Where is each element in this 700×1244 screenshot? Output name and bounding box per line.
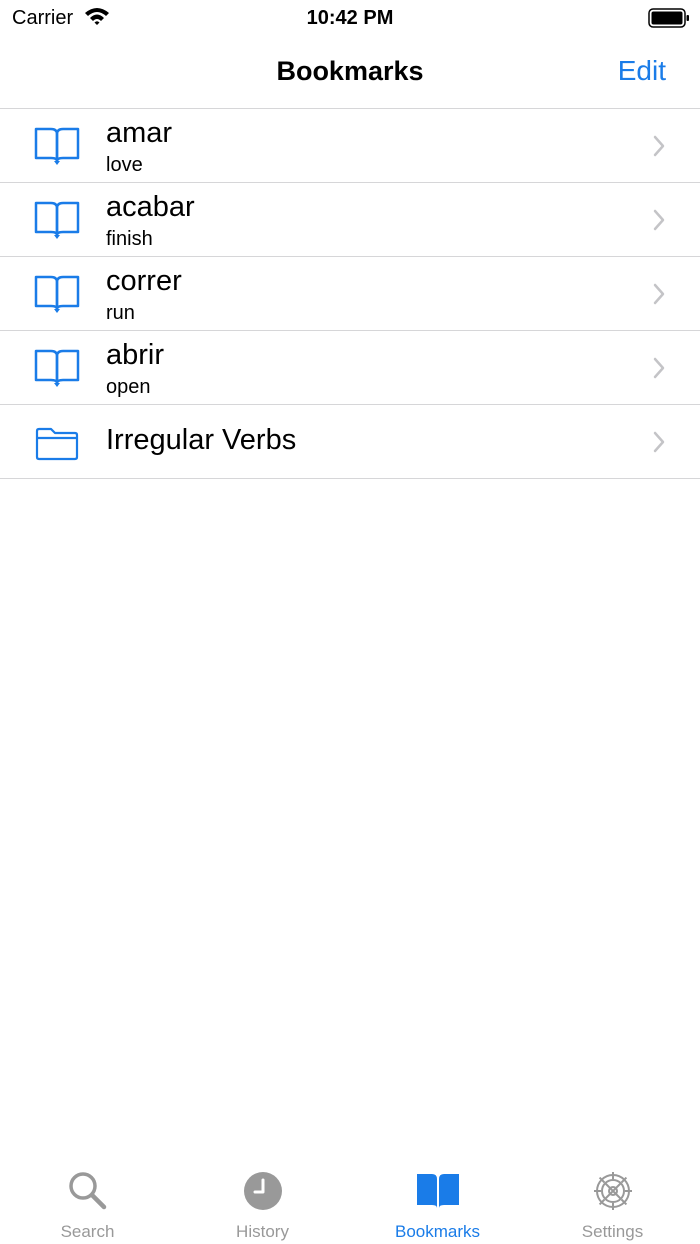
clock-icon bbox=[244, 1172, 282, 1210]
bookmark-row-amar[interactable]: amar love bbox=[0, 109, 700, 183]
bookmark-row-acabar[interactable]: acabar finish bbox=[0, 183, 700, 257]
tab-bookmarks[interactable]: Bookmarks bbox=[350, 1160, 525, 1244]
chevron-right-icon bbox=[653, 135, 665, 157]
tab-label: History bbox=[236, 1222, 289, 1241]
tab-label: Search bbox=[60, 1222, 115, 1241]
tab-search[interactable]: Search bbox=[0, 1160, 175, 1244]
status-bar: Carrier 10:42 PM bbox=[0, 0, 700, 36]
bookmark-translation: open bbox=[106, 376, 151, 398]
book-icon bbox=[417, 1174, 459, 1208]
tab-label: Bookmarks bbox=[394, 1222, 481, 1241]
magnifier-icon bbox=[69, 1172, 107, 1210]
chevron-right-icon bbox=[653, 283, 665, 305]
open-book-icon bbox=[34, 275, 80, 313]
edit-button[interactable]: Edit bbox=[618, 55, 666, 87]
chevron-right-icon bbox=[653, 209, 665, 231]
folder-icon bbox=[35, 427, 79, 461]
tab-label: Settings bbox=[581, 1222, 644, 1241]
open-book-icon bbox=[34, 127, 80, 165]
bookmark-translation: run bbox=[106, 302, 135, 324]
page-title: Bookmarks bbox=[276, 56, 424, 86]
folder-row-irregular-verbs[interactable]: Irregular Verbs bbox=[0, 405, 700, 479]
bookmark-word: correr bbox=[106, 265, 182, 297]
bookmark-word: amar bbox=[106, 117, 173, 149]
bookmark-list: amar love acabar finish correr run abrir… bbox=[0, 109, 700, 479]
bookmark-row-correr[interactable]: correr run bbox=[0, 257, 700, 331]
gear-icon bbox=[594, 1172, 632, 1210]
open-book-icon bbox=[34, 349, 80, 387]
folder-label: Irregular Verbs bbox=[106, 424, 297, 456]
bookmark-translation: love bbox=[106, 154, 143, 176]
bookmark-word: abrir bbox=[106, 339, 165, 371]
bookmark-word: acabar bbox=[106, 191, 195, 223]
status-time: 10:42 PM bbox=[306, 7, 394, 29]
bookmark-translation: finish bbox=[106, 228, 153, 250]
chevron-right-icon bbox=[653, 431, 665, 453]
tab-bar: Search History Bookmarks Settings bbox=[0, 1160, 700, 1244]
navigation-bar: Bookmarks Edit bbox=[0, 36, 700, 109]
tab-history[interactable]: History bbox=[175, 1160, 350, 1244]
open-book-icon bbox=[34, 201, 80, 239]
tab-settings[interactable]: Settings bbox=[525, 1160, 700, 1244]
bookmark-row-abrir[interactable]: abrir open bbox=[0, 331, 700, 405]
battery-icon bbox=[648, 8, 689, 28]
chevron-right-icon bbox=[653, 357, 665, 379]
